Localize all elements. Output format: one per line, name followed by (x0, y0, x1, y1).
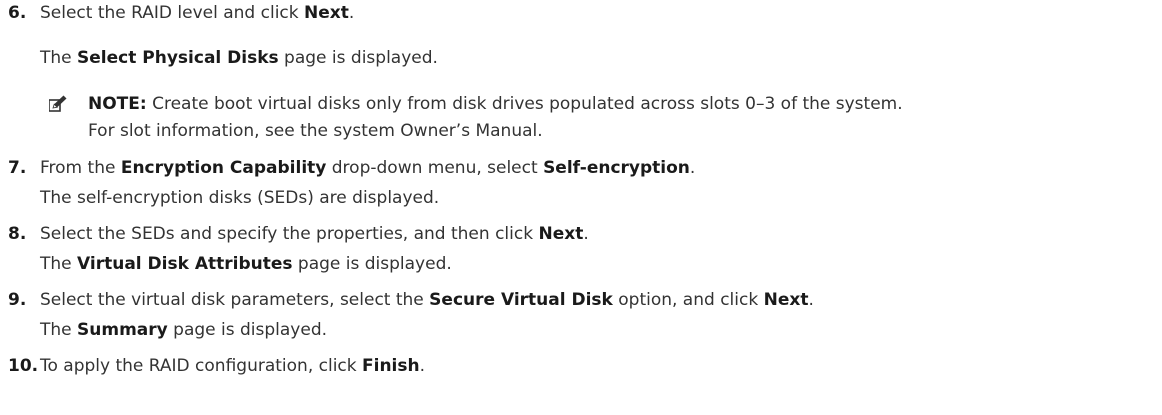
step-number: 7. (8, 158, 27, 178)
step-instruction: Select the virtual disk parameters, sele… (40, 290, 814, 310)
step-number: 6. (8, 3, 27, 23)
step-result: The Select Physical Disks page is displa… (40, 48, 438, 68)
step-instruction: To apply the RAID configuration, click F… (40, 356, 426, 376)
ui-term-next: Next (304, 3, 349, 23)
ui-term-finish: Finish (362, 356, 420, 376)
ui-term-next: Next (763, 290, 809, 310)
ui-term-virtual-disk-attributes: Virtual Disk Attributes (77, 254, 293, 274)
note-pencil-icon (49, 95, 67, 112)
step-number: 8. (8, 224, 27, 244)
step-number: 10. (8, 356, 39, 376)
ui-term-select-physical-disks: Select Physical Disks (77, 48, 279, 68)
step-instruction: Select the RAID level and click Next. (40, 3, 355, 23)
ui-term-self-encryption: Self-encryption (543, 158, 690, 178)
step-instruction: Select the SEDs and specify the properti… (40, 224, 589, 244)
ui-term-summary: Summary (77, 320, 168, 340)
ui-term-secure-virtual-disk: Secure Virtual Disk (429, 290, 613, 310)
step-result: The Summary page is displayed. (40, 320, 328, 340)
step-result: The self-encryption disks (SEDs) are dis… (40, 188, 440, 208)
step-result: The Virtual Disk Attributes page is disp… (40, 254, 452, 274)
note-text-continued: For slot information, see the system Own… (88, 121, 543, 141)
step-instruction: From the Encryption Capability drop-down… (40, 158, 696, 178)
ui-term-encryption-capability: Encryption Capability (120, 158, 327, 178)
step-number: 9. (8, 290, 27, 310)
note-label: NOTE: (88, 94, 147, 114)
ui-term-next: Next (538, 224, 584, 244)
note-text: NOTE: Create boot virtual disks only fro… (88, 94, 903, 114)
